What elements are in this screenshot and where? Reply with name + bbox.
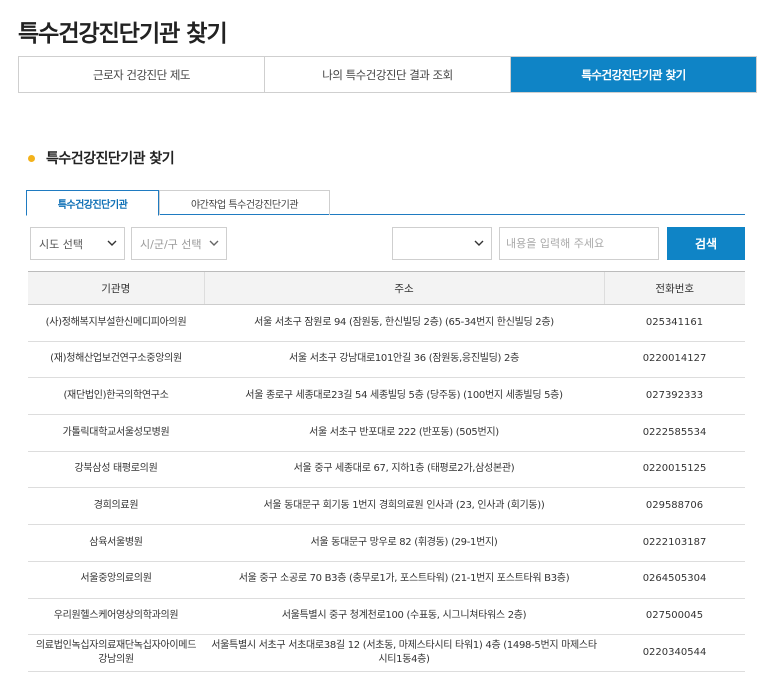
sub-tab-bar: 특수건강진단기관 야간작업 특수건강진단기관 xyxy=(26,190,745,216)
institution-phone: 0220340544 xyxy=(604,634,745,672)
table-header-row: 기관명 주소 전화번호 xyxy=(28,271,745,305)
institution-name[interactable]: 삼육서울병원 xyxy=(28,524,204,562)
institution-name[interactable]: 의료법인녹십자의료재단녹십자아이메드강남의원 xyxy=(28,634,204,672)
institution-phone: 029588706 xyxy=(604,487,745,526)
table-row[interactable]: 경희의료원 서울 동대문구 회기동 1번지 경희의료원 인사과 (23, 인사과… xyxy=(28,487,745,526)
subtab-night-work-institution[interactable]: 야간작업 특수건강진단기관 xyxy=(159,190,330,215)
chevron-down-icon xyxy=(209,240,219,246)
institution-address: 서울 서초구 반포대로 222 (반포동) (505번지) xyxy=(204,414,604,452)
institution-phone: 027500045 xyxy=(604,598,745,636)
column-header-phone: 전화번호 xyxy=(603,271,745,305)
search-input[interactable] xyxy=(499,227,659,260)
institution-address: 서울 중구 소공로 70 B3층 (충무로1가, 포스트타워) (21-1번지 … xyxy=(204,561,604,599)
institution-name[interactable]: 서울중앙의료의원 xyxy=(28,561,204,599)
institution-address: 서울 동대문구 회기동 1번지 경희의료원 인사과 (23, 인사과 (회기동)… xyxy=(204,487,604,526)
institution-name[interactable]: (사)정해복지부설한신메디피아의원 xyxy=(28,304,204,342)
institution-address: 서울 동대문구 망우로 82 (휘경동) (29-1번지) xyxy=(204,524,604,562)
sigungu-select[interactable]: 시/군/구 선택 xyxy=(131,227,227,260)
chevron-down-icon xyxy=(107,240,117,246)
institution-name[interactable]: (재단법인)한국의학연구소 xyxy=(28,377,204,416)
institution-phone: 0220015125 xyxy=(604,451,745,489)
chevron-down-icon xyxy=(474,240,484,246)
tab-find-special-checkup-institution[interactable]: 특수건강진단기관 찾기 xyxy=(511,57,756,92)
sido-select-label: 시도 선택 xyxy=(39,237,83,251)
table-row[interactable]: (재단법인)한국의학연구소 서울 종로구 세종대로23길 54 세종빌딩 5층 … xyxy=(28,377,745,416)
institution-name[interactable]: 경희의료원 xyxy=(28,487,204,526)
tab-my-special-checkup-results[interactable]: 나의 특수건강진단 결과 조회 xyxy=(265,57,511,92)
institution-table: 기관명 주소 전화번호 (사)정해복지부설한신메디피아의원 서울 서초구 잠원로… xyxy=(28,271,745,672)
institution-name[interactable]: 우리원헬스케어영상의학과의원 xyxy=(28,598,204,636)
table-row[interactable]: (재)청해산업보건연구소중앙의원 서울 서초구 강남대로101안길 36 (잠원… xyxy=(28,341,745,379)
institution-address: 서울특별시 서초구 서초대로38길 12 (서초동, 마제스타시티 타워1) 4… xyxy=(204,634,604,672)
institution-name[interactable]: 가톨릭대학교서울성모병원 xyxy=(28,414,204,452)
institution-address: 서울 서초구 잠원로 94 (잠원동, 한신빌딩 2층) (65-34번지 한신… xyxy=(204,304,604,342)
institution-address: 서울 서초구 강남대로101안길 36 (잠원동,응진빌딩) 2층 xyxy=(204,341,604,379)
institution-address: 서울 종로구 세종대로23길 54 세종빌딩 5층 (당주동) (100번지 세… xyxy=(204,377,604,416)
section-title: 특수건강진단기관 찾기 xyxy=(46,151,175,167)
sido-select[interactable]: 시도 선택 xyxy=(30,227,125,260)
institution-phone: 027392333 xyxy=(604,377,745,416)
section-heading: 특수건강진단기관 찾기 xyxy=(28,148,175,168)
institution-address: 서울특별시 중구 청계천로100 (수표동, 시그니쳐타워스 2층) xyxy=(204,598,604,636)
institution-phone: 0222585534 xyxy=(604,414,745,452)
institution-phone: 0264505304 xyxy=(604,561,745,599)
institution-phone: 025341161 xyxy=(604,304,745,342)
table-row[interactable]: 가톨릭대학교서울성모병원 서울 서초구 반포대로 222 (반포동) (505번… xyxy=(28,414,745,452)
institution-name[interactable]: 강북삼성 태평로의원 xyxy=(28,451,204,489)
search-button[interactable]: 검색 xyxy=(667,227,745,260)
sigungu-select-label: 시/군/구 선택 xyxy=(140,237,202,251)
main-tab-bar: 근로자 건강진단 제도 나의 특수건강진단 결과 조회 특수건강진단기관 찾기 xyxy=(18,56,757,93)
column-header-address: 주소 xyxy=(203,271,604,305)
table-row[interactable]: 삼육서울병원 서울 동대문구 망우로 82 (휘경동) (29-1번지) 022… xyxy=(28,524,745,562)
institution-phone: 0220014127 xyxy=(604,341,745,379)
bullet-dot-icon xyxy=(28,154,35,162)
column-header-name: 기관명 xyxy=(28,271,204,305)
institution-name[interactable]: (재)청해산업보건연구소중앙의원 xyxy=(28,341,204,379)
subtab-special-checkup-institution[interactable]: 특수건강진단기관 xyxy=(26,190,159,216)
search-type-select[interactable] xyxy=(392,227,492,260)
tab-worker-health-checkup-system[interactable]: 근로자 건강진단 제도 xyxy=(19,57,265,92)
page-title: 특수건강진단기관 찾기 xyxy=(18,21,228,47)
table-row[interactable]: (사)정해복지부설한신메디피아의원 서울 서초구 잠원로 94 (잠원동, 한신… xyxy=(28,304,745,342)
table-row[interactable]: 서울중앙의료의원 서울 중구 소공로 70 B3층 (충무로1가, 포스트타워)… xyxy=(28,561,745,599)
institution-phone: 0222103187 xyxy=(604,524,745,562)
table-row[interactable]: 우리원헬스케어영상의학과의원 서울특별시 중구 청계천로100 (수표동, 시그… xyxy=(28,598,745,636)
table-row[interactable]: 강북삼성 태평로의원 서울 중구 세종대로 67, 지하1층 (태평로2가,삼성… xyxy=(28,451,745,489)
institution-address: 서울 중구 세종대로 67, 지하1층 (태평로2가,삼성본관) xyxy=(204,451,604,489)
table-row[interactable]: 의료법인녹십자의료재단녹십자아이메드강남의원 서울특별시 서초구 서초대로38길… xyxy=(28,634,745,672)
